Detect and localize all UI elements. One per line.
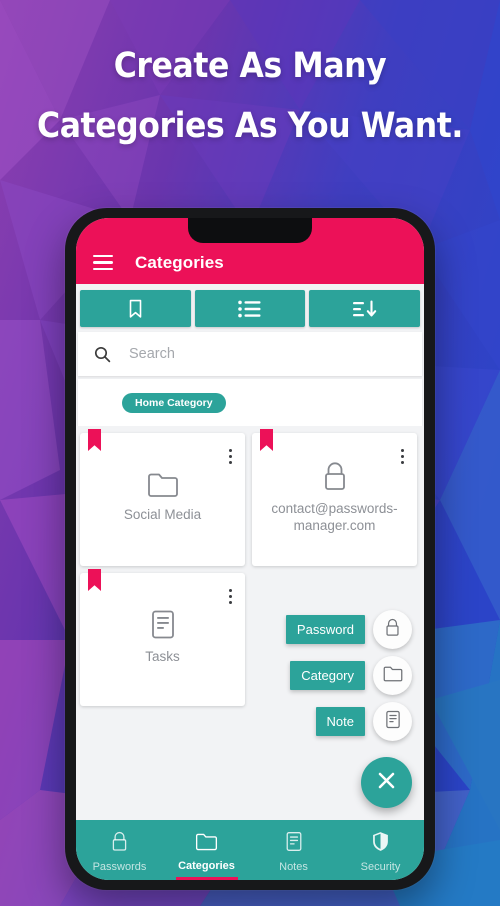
speed-dial-item-note[interactable]: Note xyxy=(315,702,412,741)
phone-notch xyxy=(188,218,312,243)
headline-line-1: Create As Many xyxy=(113,46,387,86)
bookmark-ribbon-icon xyxy=(88,429,101,451)
category-card-social-media[interactable]: Social Media xyxy=(80,429,245,566)
nav-item-notes[interactable]: Notes xyxy=(250,820,337,880)
sort-descending-icon xyxy=(352,299,378,319)
app-bar-title: Categories xyxy=(135,253,224,272)
more-vertical-icon[interactable] xyxy=(229,449,232,464)
speed-dial-menu: Password Category Note xyxy=(285,610,412,808)
shield-icon xyxy=(371,831,390,857)
headline-line-2: Categories As You Want. xyxy=(37,106,463,147)
chip-home-category[interactable]: Home Category xyxy=(122,392,226,413)
speed-dial-item-category[interactable]: Category xyxy=(290,656,412,695)
nav-item-security[interactable]: Security xyxy=(337,820,424,880)
bookmark-ribbon-icon xyxy=(260,429,273,451)
speed-dial-label[interactable]: Password xyxy=(285,615,365,644)
lock-icon xyxy=(321,461,349,492)
category-card-label: Tasks xyxy=(145,649,180,665)
search-bar[interactable] xyxy=(78,332,422,376)
nav-item-categories[interactable]: Categories xyxy=(163,820,250,880)
close-icon xyxy=(376,770,397,796)
bookmark-ribbon-icon xyxy=(88,569,101,591)
lock-icon xyxy=(384,618,401,642)
folder-icon xyxy=(195,832,218,856)
nav-item-passwords[interactable]: Passwords xyxy=(76,820,163,880)
bookmark-icon xyxy=(127,299,144,319)
category-chip-row: Home Category xyxy=(78,379,422,426)
list-view-button[interactable] xyxy=(194,290,306,327)
close-speed-dial-fab[interactable] xyxy=(361,757,412,808)
nav-label: Categories xyxy=(178,859,235,872)
category-card-label: contact@passwords-manager.com xyxy=(271,500,398,533)
category-card-label: Social Media xyxy=(123,507,202,523)
add-category-button[interactable] xyxy=(373,656,412,695)
search-input[interactable] xyxy=(129,346,406,362)
folder-icon xyxy=(147,471,179,498)
folder-icon xyxy=(383,665,403,687)
more-vertical-icon[interactable] xyxy=(401,449,404,464)
lock-icon xyxy=(110,831,129,857)
phone-screen: Categories Search Home Category Social M… xyxy=(76,218,424,880)
active-tab-indicator xyxy=(175,877,238,880)
nav-label: Notes xyxy=(279,860,308,873)
speed-dial-label[interactable]: Category xyxy=(290,661,365,690)
note-icon xyxy=(385,710,401,734)
sort-button[interactable] xyxy=(309,290,421,327)
hamburger-menu-icon[interactable] xyxy=(93,255,113,270)
speed-dial-label[interactable]: Note xyxy=(315,707,365,736)
speed-dial-item-password[interactable]: Password xyxy=(285,610,412,649)
add-password-button[interactable] xyxy=(373,610,412,649)
categories-grid-area: Social Media contact@passwords-manager.c… xyxy=(76,426,424,820)
category-card-contact-email[interactable]: contact@passwords-manager.com xyxy=(252,429,417,566)
search-icon xyxy=(94,346,111,363)
nav-label: Passwords xyxy=(92,860,147,873)
toolbar xyxy=(76,284,424,332)
nav-label: Security xyxy=(360,860,401,873)
category-card-tasks[interactable]: Tasks xyxy=(80,569,245,706)
add-note-button[interactable] xyxy=(373,702,412,741)
note-icon xyxy=(285,831,303,857)
page-title: Create As Many Categories As You Want. xyxy=(0,36,500,156)
note-icon xyxy=(150,609,176,640)
list-icon xyxy=(238,300,262,318)
more-vertical-icon[interactable] xyxy=(229,589,232,604)
bookmark-filter-button[interactable] xyxy=(80,290,191,327)
bottom-navigation: Passwords Categories Notes Security xyxy=(76,820,424,880)
phone-mockup: Categories Search Home Category Social M… xyxy=(65,208,435,890)
